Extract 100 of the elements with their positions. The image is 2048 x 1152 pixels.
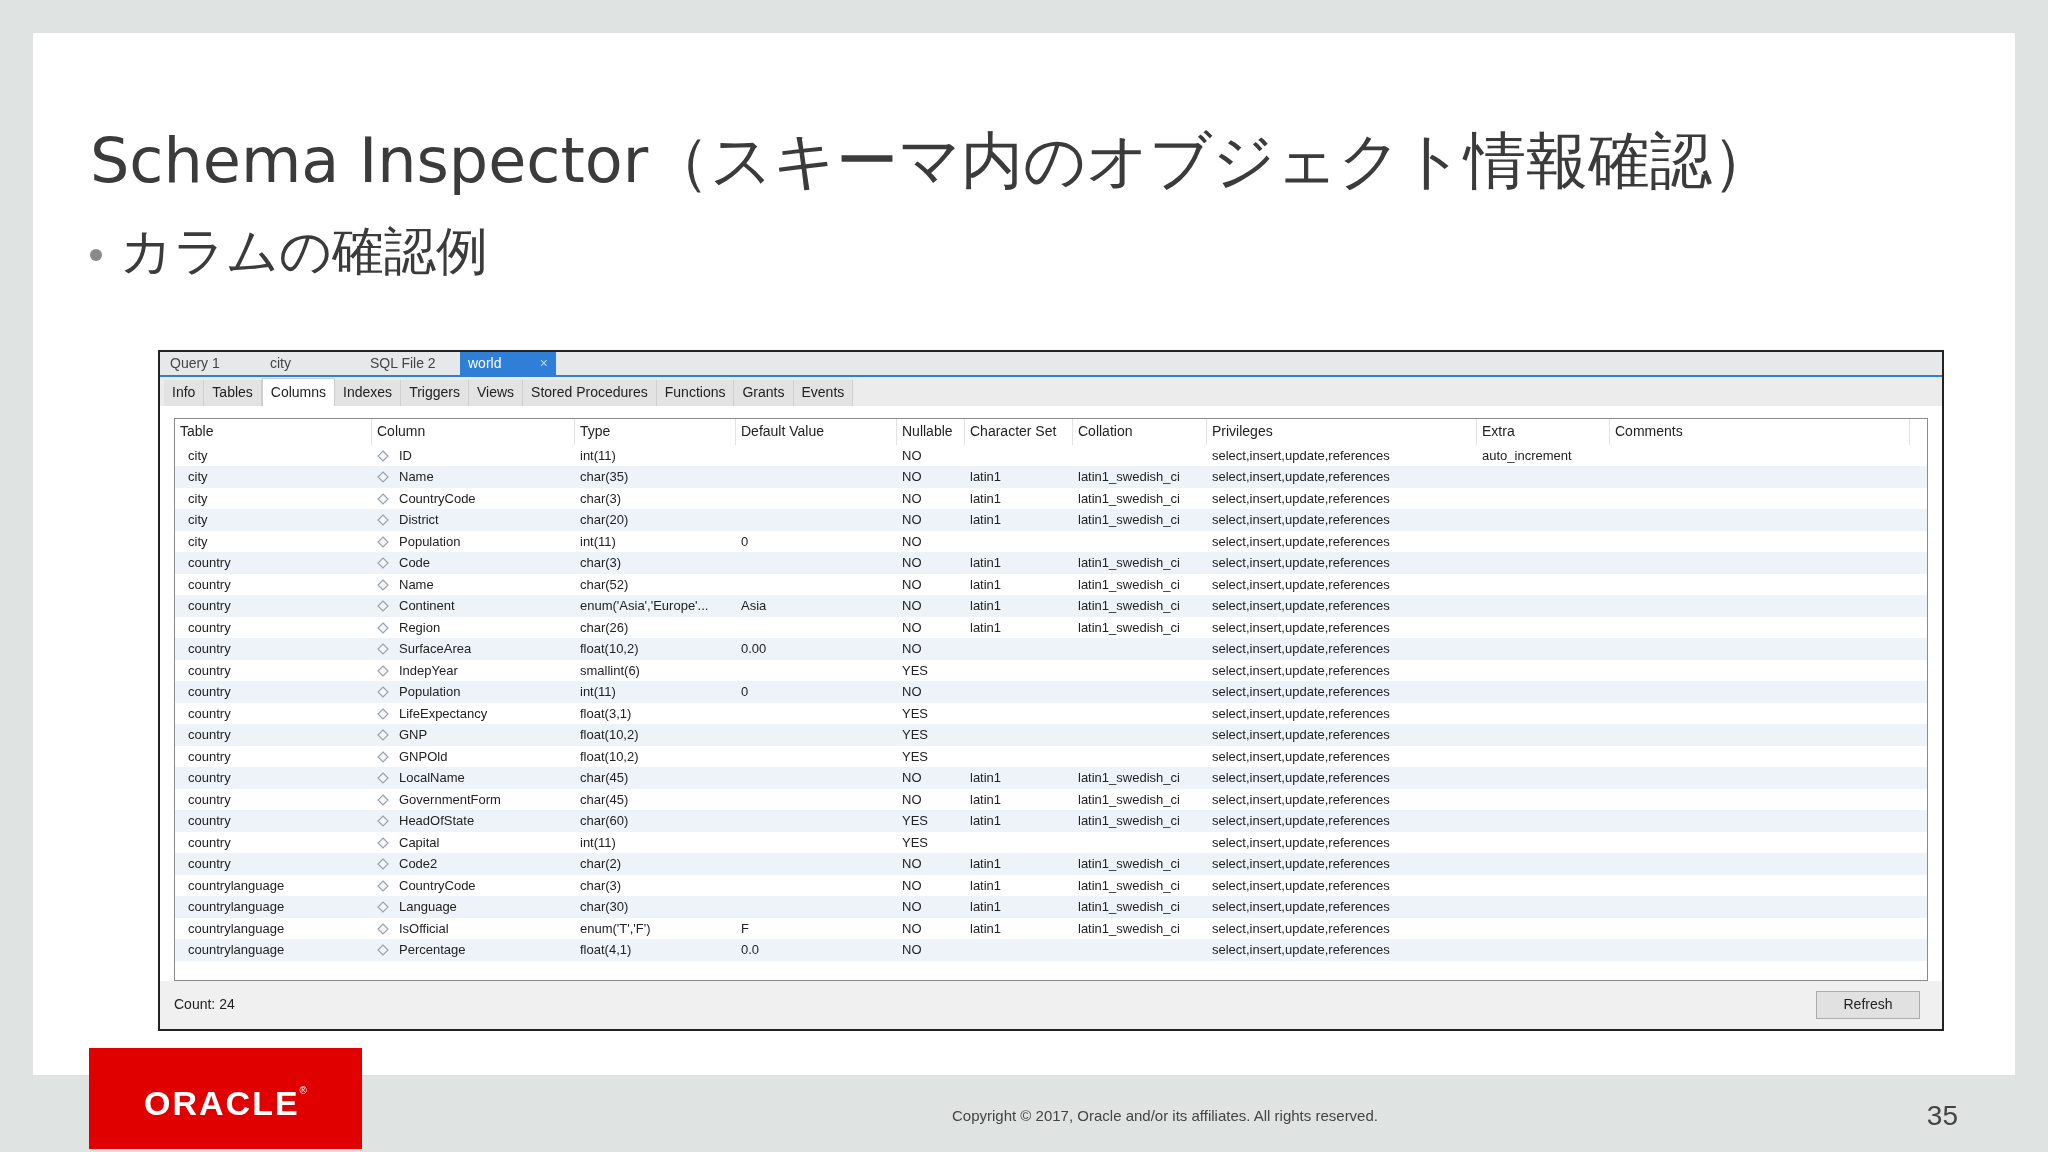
column-header[interactable]: Collation — [1073, 418, 1207, 445]
table-cell-text: latin1 — [970, 468, 1002, 487]
table-cell-text: char(3) — [580, 876, 622, 895]
column-header[interactable]: Privileges — [1207, 418, 1477, 445]
diamond-icon — [377, 643, 389, 656]
column-header[interactable]: Extra — [1477, 418, 1610, 445]
inspector-tab[interactable]: Grants — [734, 379, 794, 406]
table-cell-text: NO — [902, 683, 922, 702]
inspector-tab[interactable]: Indexes — [335, 379, 402, 406]
table-cell-text: country — [188, 833, 231, 852]
table-cell-text: country — [188, 597, 231, 616]
diamond-icon — [377, 600, 389, 613]
editor-tab[interactable]: SQL File 2 — [360, 352, 460, 376]
table-cell-text: latin1 — [970, 511, 1002, 530]
table-cell-text: latin1 — [970, 575, 1002, 594]
table-cell-text: select,insert,update,references — [1212, 597, 1390, 616]
table-cell-text: char(30) — [580, 898, 629, 917]
column-header[interactable]: Type — [575, 418, 736, 445]
table-cell-text: char(26) — [580, 618, 629, 637]
inspector-tab[interactable]: Tables — [204, 379, 262, 406]
editor-tab[interactable]: world × — [460, 352, 556, 376]
inspector-tab[interactable]: Events — [793, 379, 854, 406]
table-cell-text: latin1 — [970, 597, 1002, 616]
editor-tab[interactable]: city — [260, 352, 360, 376]
table-cell-text: District — [399, 511, 439, 530]
table-cell-text: float(3,1) — [580, 704, 632, 723]
table-cell-text: NO — [902, 941, 922, 960]
table-cell-text: NO — [902, 575, 922, 594]
table-cell-text: NO — [902, 640, 922, 659]
table-cell-text: Population — [399, 532, 461, 551]
diamond-icon — [377, 815, 389, 828]
table-cell-text: NO — [902, 532, 922, 551]
table-cell-text: city — [188, 468, 208, 487]
inspector-tab[interactable]: Info — [164, 379, 205, 406]
column-header[interactable]: Comments — [1610, 418, 1910, 445]
table-cell-text: latin1_swedish_ci — [1078, 597, 1180, 616]
table-cell-text: auto_increment — [1482, 446, 1572, 465]
table-cell-text: NO — [902, 790, 922, 809]
table-cell-text: select,insert,update,references — [1212, 704, 1390, 723]
diamond-icon — [377, 879, 389, 892]
column-header[interactable]: Nullable — [897, 418, 965, 445]
table-cell-text: SurfaceArea — [399, 640, 472, 659]
column-header[interactable]: Character Set — [965, 418, 1073, 445]
table-cell-text: CountryCode — [399, 876, 476, 895]
inspector-tab[interactable]: Columns — [261, 377, 336, 406]
bullet-text: カラムの確認例 — [120, 225, 488, 277]
logo-text: ORACLE — [144, 1086, 300, 1120]
table-cell-text: char(60) — [580, 812, 629, 831]
diamond-icon — [377, 707, 389, 720]
column-header[interactable]: Table — [175, 418, 372, 445]
diamond-icon — [377, 578, 389, 591]
inspector-tab[interactable]: Stored Procedures — [523, 379, 657, 406]
refresh-button[interactable]: Refresh — [1816, 990, 1920, 1019]
diamond-icon — [377, 901, 389, 914]
table-cell-text: GNP — [399, 726, 428, 745]
table-cell-text: country — [188, 855, 231, 874]
table-cell-text: Code2 — [399, 855, 438, 874]
table-cell-text: latin1_swedish_ci — [1078, 575, 1180, 594]
editor-tab[interactable]: Query 1 — [160, 352, 260, 376]
table-cell-text: country — [188, 747, 231, 766]
table-cell-text: F — [741, 919, 749, 938]
table-cell-text: NO — [902, 876, 922, 895]
table-cell-text: NO — [902, 919, 922, 938]
table-cell-text: latin1_swedish_ci — [1078, 489, 1180, 508]
table-cell-text: char(45) — [580, 790, 629, 809]
column-header[interactable]: Column — [372, 418, 575, 445]
table-cell-text: char(2) — [580, 855, 622, 874]
table-cell-text: latin1 — [970, 876, 1002, 895]
inspector-tab[interactable]: Views — [468, 379, 524, 406]
table-cell-text: CountryCode — [399, 489, 476, 508]
table-cell-text: Percentage — [399, 941, 466, 960]
column-header[interactable]: Default Value — [736, 418, 897, 445]
table-cell-text: char(20) — [580, 511, 629, 530]
copyright-text: Copyright © 2017, Oracle and/or its affiliates. All rights reserved. — [952, 1105, 1378, 1126]
table-cell-text: latin1_swedish_ci — [1078, 769, 1180, 788]
table-cell-text: Population — [399, 683, 461, 702]
table-cell-text: country — [188, 661, 231, 680]
table-cell-text: NO — [902, 511, 922, 530]
table-cell-text: Asia — [741, 597, 767, 616]
table-cell-text: select,insert,update,references — [1212, 640, 1390, 659]
table-cell-text: select,insert,update,references — [1212, 575, 1390, 594]
inspector-tab[interactable]: Functions — [656, 379, 735, 406]
inspector-tab[interactable]: Triggers — [401, 379, 469, 406]
table-cell-text: country — [188, 554, 231, 573]
diamond-icon — [377, 772, 389, 785]
diamond-icon — [377, 514, 389, 527]
table-cell-text: city — [188, 532, 208, 551]
table-cell-text: countrylanguage — [188, 898, 285, 917]
table-cell-text: select,insert,update,references — [1212, 790, 1390, 809]
table-cell-text: char(52) — [580, 575, 629, 594]
table-cell-text: ID — [399, 446, 412, 465]
table-cell-text: latin1_swedish_ci — [1078, 855, 1180, 874]
table-cell-text: latin1_swedish_ci — [1078, 554, 1180, 573]
table-cell-text: Continent — [399, 597, 455, 616]
diamond-icon — [377, 686, 389, 699]
table-cell-text: Name — [399, 575, 434, 594]
table-cell-text: HeadOfState — [399, 812, 475, 831]
table-cell-text: GovernmentForm — [399, 790, 501, 809]
table-cell-text: country — [188, 812, 231, 831]
diamond-icon — [377, 944, 389, 957]
